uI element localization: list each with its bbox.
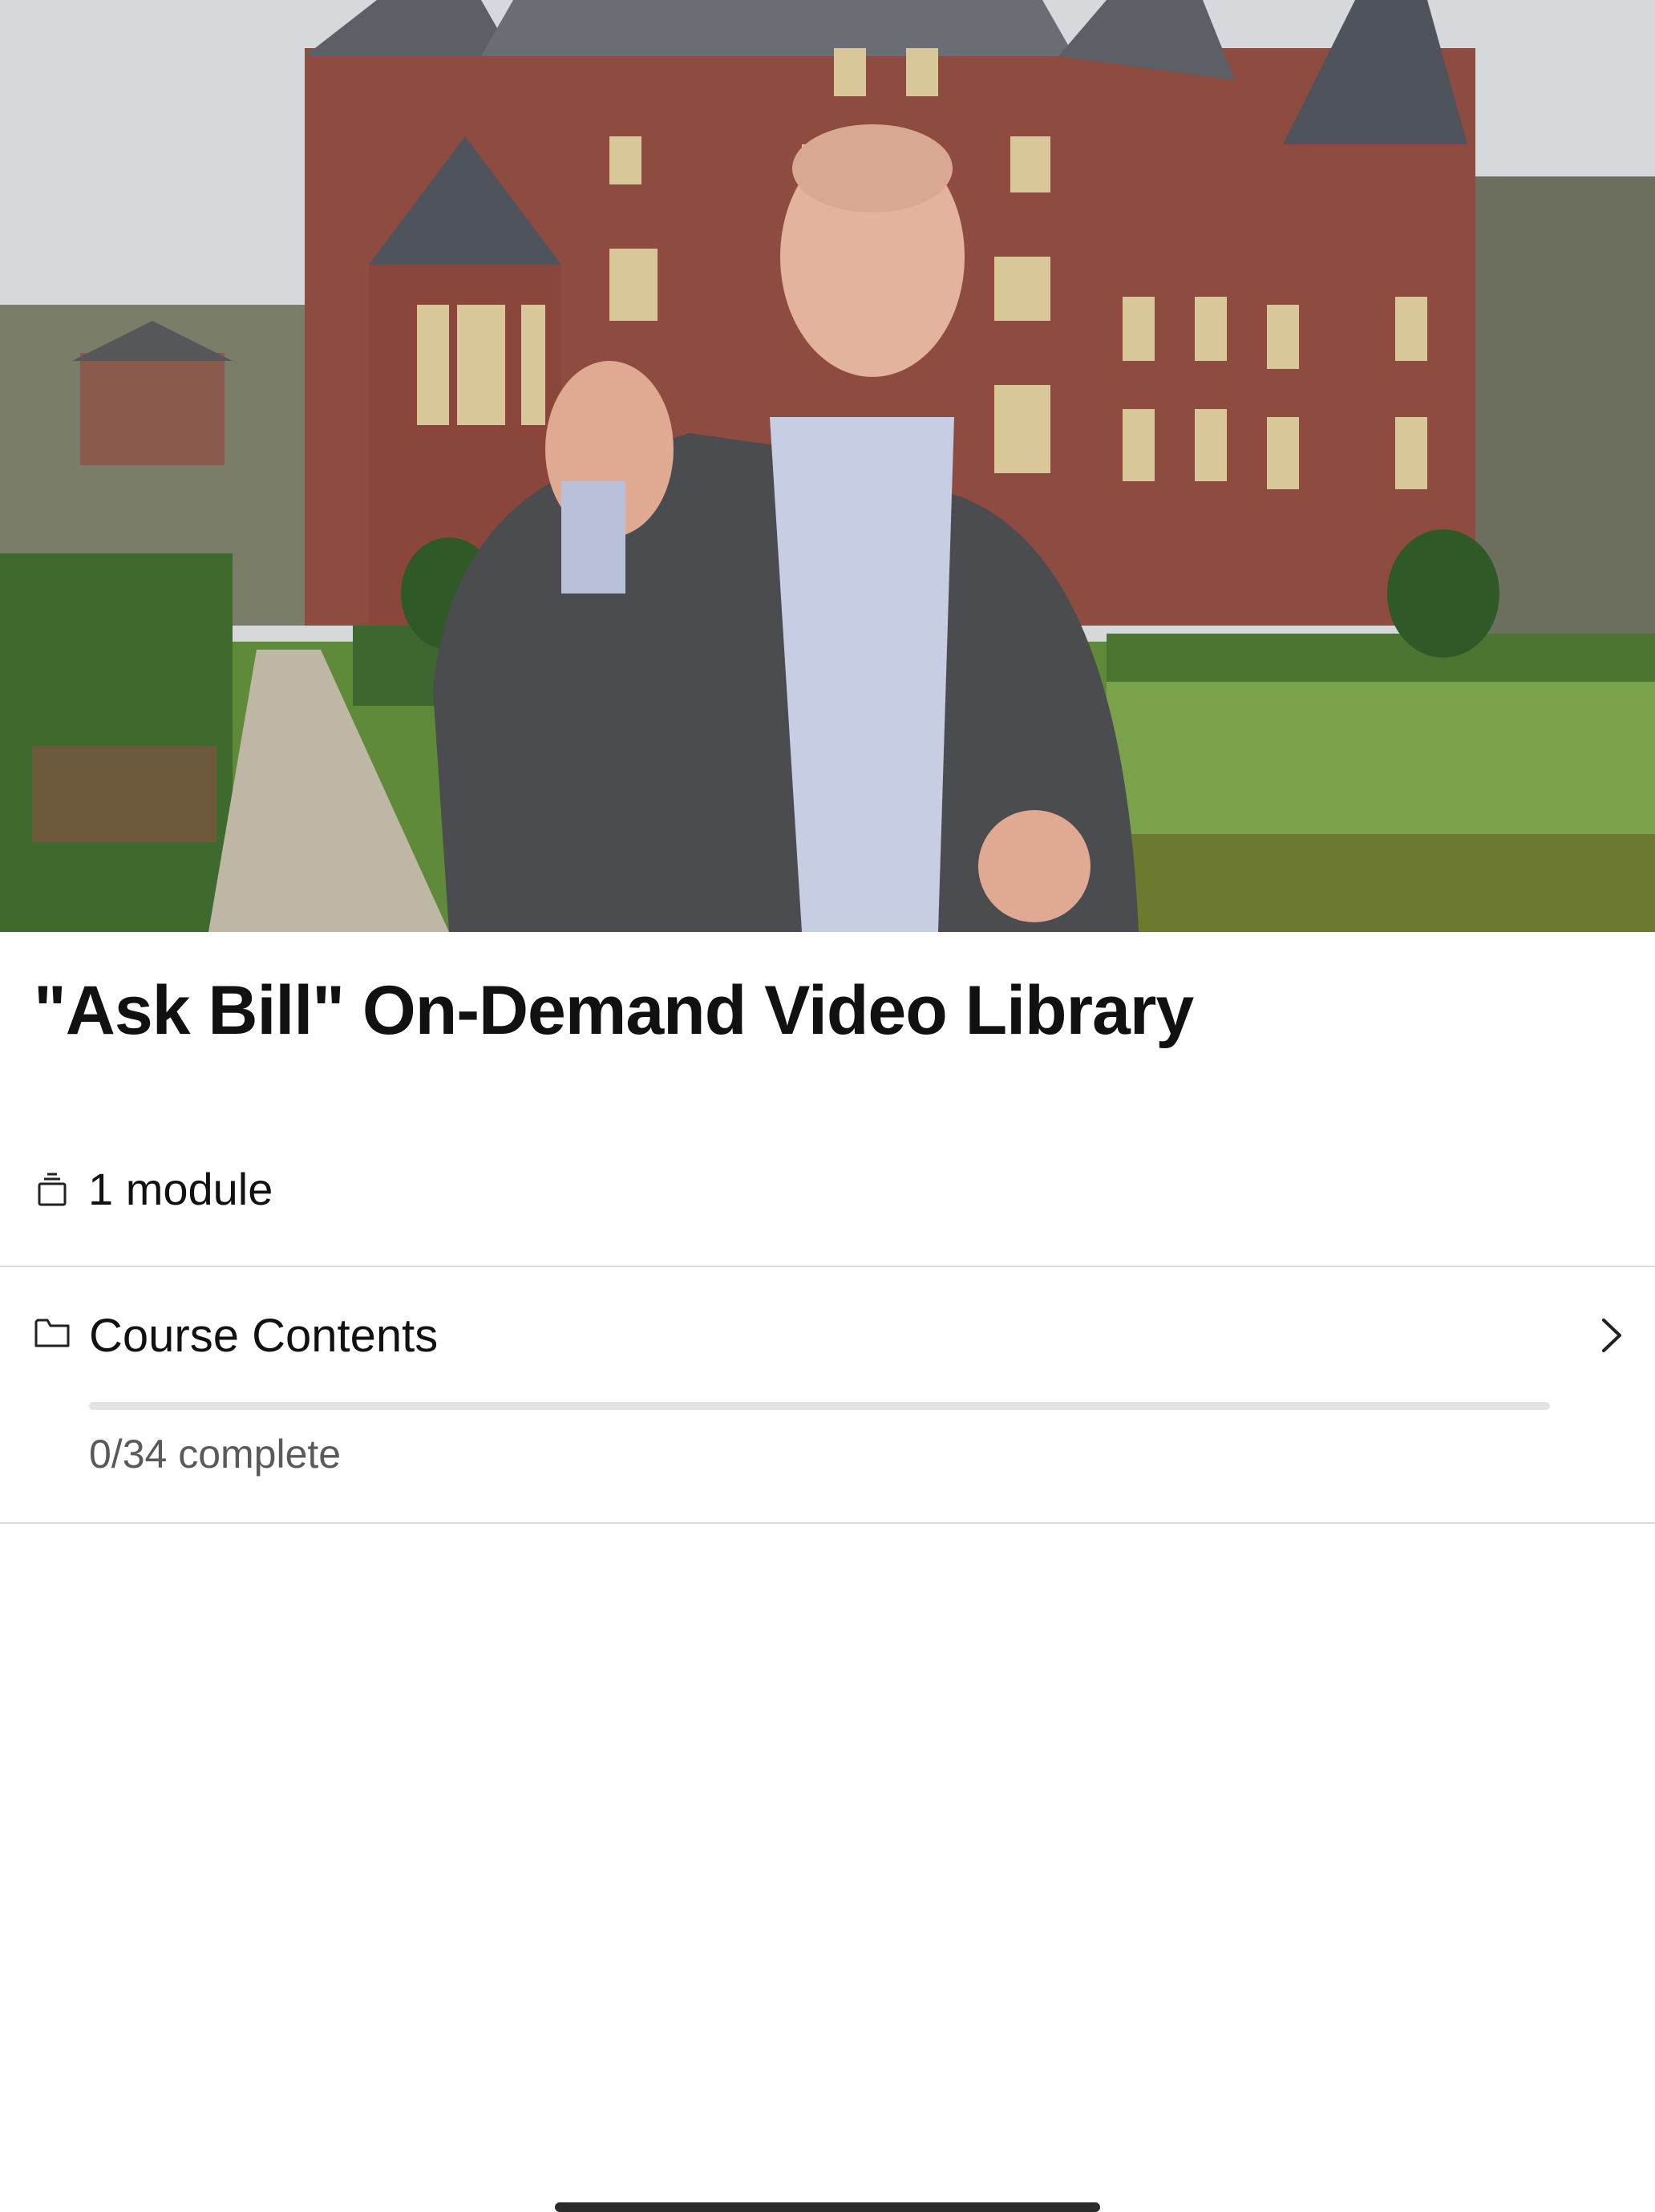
course-hero-image [0, 0, 1655, 932]
course-contents-row[interactable]: Course Contents 0/34 complete [0, 1267, 1655, 1522]
course-title: "Ask Bill" On-Demand Video Library [34, 972, 1194, 1049]
course-contents-label: Course Contents [89, 1310, 439, 1362]
home-indicator[interactable] [555, 2202, 1100, 2212]
progress-bar [89, 1402, 1550, 1410]
module-count-text: 1 module [88, 1164, 273, 1214]
module-count: 1 module [34, 1161, 273, 1217]
divider [0, 1522, 1655, 1524]
folder-icon [34, 1317, 71, 1354]
layers-icon [34, 1171, 71, 1208]
chevron-right-icon [1596, 1315, 1628, 1355]
completion-status: 0/34 complete [89, 1432, 342, 1477]
